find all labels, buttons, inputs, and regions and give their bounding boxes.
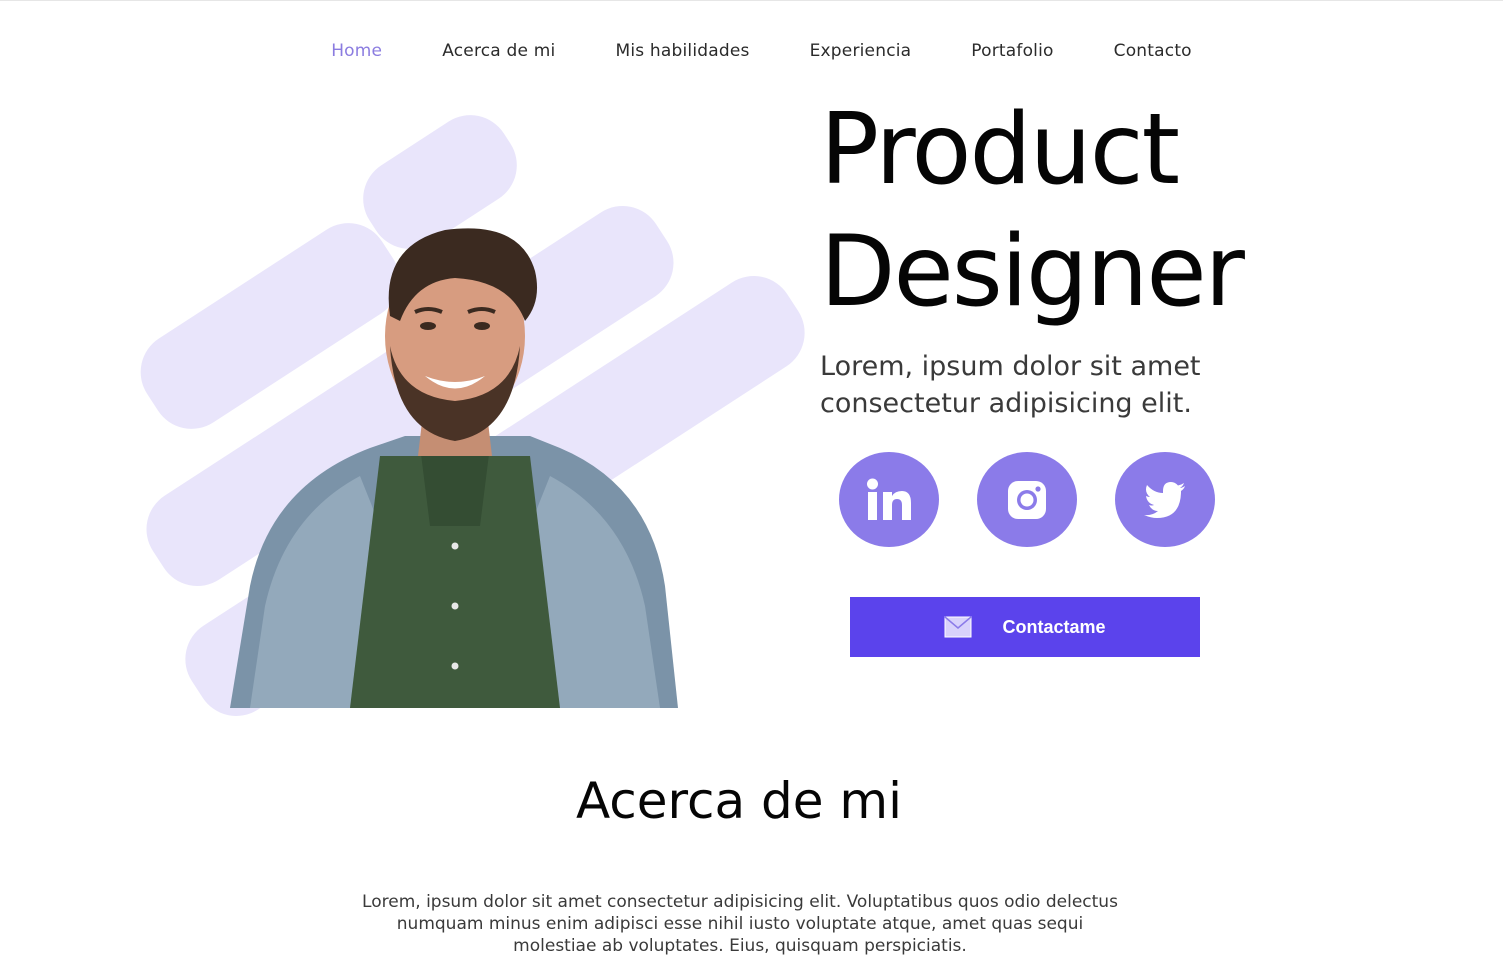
linkedin-icon [867,478,911,520]
nav-item-acerca[interactable]: Acerca de mi [442,38,555,64]
hero-title: Product Designer [820,89,1245,333]
about-text: Lorem, ipsum dolor sit amet consectetur … [362,892,1118,956]
contact-button-label: Contactame [1002,616,1106,637]
social-links [839,452,1215,547]
about-title: Acerca de mi [575,772,903,830]
hero-title-line2: Designer [820,215,1245,329]
nav-item-portafolio[interactable]: Portafolio [971,38,1053,64]
hero-title-line1: Product [820,93,1180,207]
main-nav: Home Acerca de mi Mis habilidades Experi… [0,38,1503,64]
twitter-icon [1144,481,1185,518]
hero-subtitle: Lorem, ipsum dolor sit amet consectetur … [820,351,1201,419]
nav-item-home[interactable]: Home [331,38,382,64]
nav-item-contacto[interactable]: Contacto [1114,38,1192,64]
nav-item-habilidades[interactable]: Mis habilidades [615,38,749,64]
linkedin-button[interactable] [839,452,939,547]
contact-button[interactable]: Contactame [850,597,1200,657]
instagram-button[interactable] [977,452,1077,547]
envelope-icon [944,616,972,638]
page: Home Acerca de mi Mis habilidades Experi… [0,0,1503,974]
portrait-photo [230,228,678,708]
nav-item-experiencia[interactable]: Experiencia [810,38,912,64]
instagram-icon [1008,480,1046,519]
twitter-button[interactable] [1115,452,1215,547]
hero-illustration [120,96,820,732]
